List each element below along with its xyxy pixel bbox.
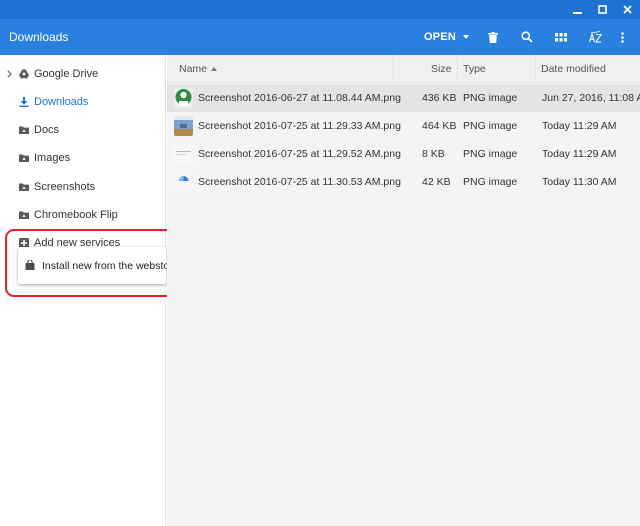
sidebar-item-label: Google Drive	[34, 68, 99, 80]
sort-az-icon[interactable]	[583, 19, 607, 55]
sidebar-item-label: Images	[34, 152, 71, 164]
file-type: PNG image	[463, 92, 518, 104]
file-size: 436 KB	[422, 92, 457, 104]
title-bar	[0, 0, 640, 19]
column-header-type[interactable]: Type	[463, 55, 486, 83]
file-size: 464 KB	[422, 120, 457, 132]
file-name: Screenshot 2016-07-25 at 11.30.53 AM.png	[198, 176, 401, 188]
search-icon[interactable]	[515, 19, 539, 55]
file-thumbnail	[174, 144, 193, 164]
file-name: Screenshot 2016-06-27 at 11.08.44 AM.png	[198, 92, 401, 104]
sidebar-item-docs[interactable]: Docs	[0, 116, 166, 144]
sort-ascending-icon	[211, 67, 218, 71]
window-controls	[565, 0, 640, 19]
sidebar-item-screenshots[interactable]: Screenshots	[0, 173, 166, 201]
column-header-name[interactable]: Name	[179, 55, 218, 83]
sidebar-item-chromebook-flip[interactable]: Chromebook Flip	[0, 201, 166, 229]
file-list: Name Size Type Date modified Screenshot …	[167, 55, 640, 526]
sidebar-item-images[interactable]: Images	[0, 144, 166, 172]
chevron-down-icon	[462, 35, 469, 39]
file-thumbnail	[174, 172, 193, 192]
file-size: 8 KB	[422, 148, 445, 160]
file-date: Today 11:30 AM	[542, 176, 617, 188]
sidebar-item-downloads[interactable]: Downloads	[0, 88, 166, 116]
table-row[interactable]: Screenshot 2016-06-27 at 11.08.44 AM.png…	[167, 84, 640, 112]
close-icon[interactable]	[615, 0, 640, 19]
file-name: Screenshot 2016-07-25 at 11.29.52 AM.png	[198, 148, 401, 160]
file-date: Jun 27, 2016, 11:08 AM	[542, 92, 640, 104]
file-date: Today 11:29 AM	[542, 148, 617, 160]
sidebar-item-label: Downloads	[34, 96, 89, 108]
more-vert-icon[interactable]	[610, 19, 634, 55]
folder-icon	[19, 154, 29, 162]
toolbar: Downloads OPEN	[0, 19, 640, 55]
download-icon	[19, 97, 29, 107]
table-row[interactable]: Screenshot 2016-07-25 at 11.29.33 AM.png…	[167, 112, 640, 140]
file-type: PNG image	[463, 148, 518, 160]
open-button[interactable]: OPEN	[424, 19, 469, 55]
sidebar-item-label: Chromebook Flip	[34, 209, 118, 221]
file-thumbnail	[174, 116, 193, 136]
column-header-size[interactable]: Size	[431, 55, 451, 83]
toolbar-title: Downloads	[9, 30, 69, 44]
column-header-date-modified[interactable]: Date modified	[541, 55, 606, 83]
table-row[interactable]: Screenshot 2016-07-25 at 11.30.53 AM.png…	[167, 168, 640, 196]
file-size: 42 KB	[422, 176, 451, 188]
minimize-icon[interactable]	[565, 0, 590, 19]
open-button-label: OPEN	[424, 31, 456, 43]
maximize-icon[interactable]	[590, 0, 615, 19]
folder-icon	[19, 183, 29, 191]
sidebar-item-label: Docs	[34, 124, 60, 136]
folder-icon	[19, 126, 29, 134]
table-row[interactable]: Screenshot 2016-07-25 at 11.29.52 AM.png…	[167, 140, 640, 168]
google-drive-icon	[19, 69, 29, 79]
file-type: PNG image	[463, 120, 518, 132]
file-thumbnail	[174, 88, 193, 108]
highlight-annotation	[5, 229, 175, 297]
grid-view-icon[interactable]	[549, 19, 573, 55]
table-header: Name Size Type Date modified	[167, 55, 640, 83]
sidebar-item-google-drive[interactable]: Google Drive	[0, 60, 166, 88]
file-date: Today 11:29 AM	[542, 120, 617, 132]
file-type: PNG image	[463, 176, 518, 188]
file-name: Screenshot 2016-07-25 at 11.29.33 AM.png	[198, 120, 401, 132]
delete-icon[interactable]	[481, 19, 505, 55]
chevron-right-icon[interactable]	[7, 70, 12, 78]
sidebar-item-label: Screenshots	[34, 181, 96, 193]
folder-icon	[19, 211, 29, 219]
